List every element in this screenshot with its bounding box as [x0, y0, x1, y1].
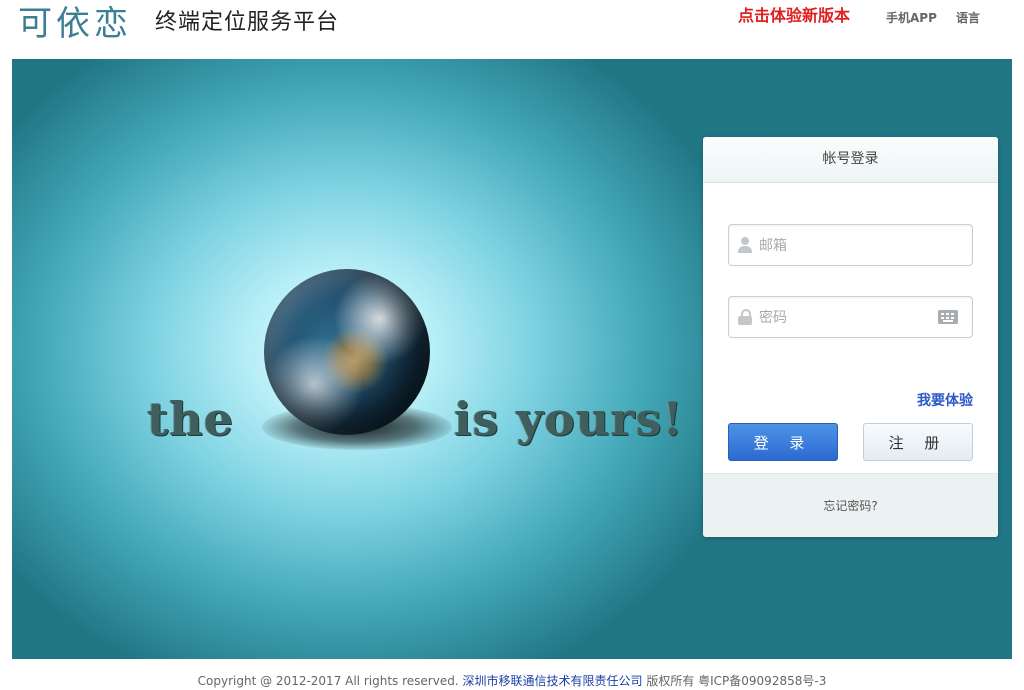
platform-title: 终端定位服务平台 — [155, 10, 340, 35]
mobile-app-link[interactable]: 手机APP — [886, 9, 937, 27]
company-link[interactable]: 深圳市移联通信技术有限责任公司 — [462, 674, 642, 688]
language-link[interactable]: 语言 — [956, 9, 980, 27]
globe-image — [264, 269, 430, 435]
slogan-left: the — [147, 392, 234, 446]
email-input[interactable] — [757, 225, 941, 267]
try-demo-link[interactable]: 我要体验 — [917, 391, 973, 411]
email-field[interactable] — [728, 224, 973, 267]
password-field[interactable] — [728, 296, 973, 339]
lock-icon — [738, 309, 752, 325]
slogan-right: is yours! — [454, 392, 684, 446]
login-panel: 帐号登录 我要体验 登 录 注 册 忘记密码? — [703, 137, 998, 537]
register-button[interactable]: 注 册 — [863, 423, 973, 461]
login-footer: 忘记密码? — [703, 473, 998, 537]
user-icon — [738, 237, 752, 253]
hero-banner: the is yours! 帐号登录 我要体验 登 录 注 册 忘记密码? — [12, 59, 1012, 659]
copyright-text: Copyright @ 2012-2017 All rights reserve… — [197, 674, 459, 688]
brand-logo[interactable]: 可依恋 — [18, 2, 132, 46]
forgot-password-link[interactable]: 忘记密码? — [823, 499, 877, 513]
icp-text: 版权所有 粤ICP备09092858号-3 — [646, 674, 827, 688]
new-version-link[interactable]: 点击体验新版本 — [738, 5, 850, 27]
page-footer: Copyright @ 2012-2017 All rights reserve… — [0, 672, 1024, 690]
login-button[interactable]: 登 录 — [728, 423, 838, 461]
header: 可依恋 终端定位服务平台 点击体验新版本 手机APP 语言 — [0, 0, 1024, 58]
keyboard-icon[interactable] — [938, 310, 958, 324]
login-title: 帐号登录 — [703, 137, 998, 183]
password-input[interactable] — [757, 297, 941, 339]
